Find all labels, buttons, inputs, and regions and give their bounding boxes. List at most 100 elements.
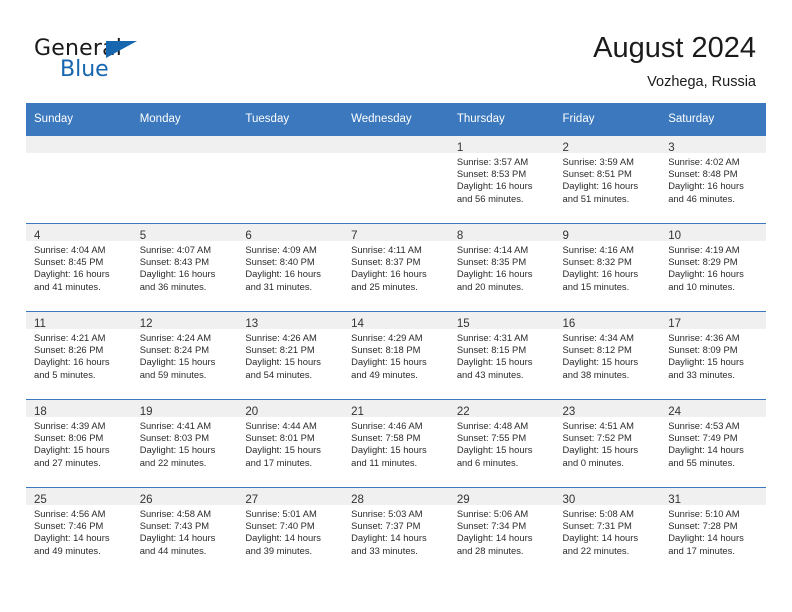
- day-cell-3[interactable]: 3 Sunrise: 4:02 AM Sunset: 8:48 PM Daylight…: [660, 135, 766, 223]
- sunrise-text: Sunrise: 5:03 AM: [351, 508, 423, 519]
- day-number: 12: [139, 318, 153, 330]
- calendar-day-cell: 27 Sunrise: 5:01 AM Sunset: 7:40 PM Dayligh…: [237, 487, 344, 575]
- daylight-text: Daylight: 14 hours: [245, 532, 321, 544]
- day-number-bar: 16: [554, 312, 661, 330]
- day-number-bar: 5: [131, 224, 238, 242]
- sunrise-text: Sunrise: 4:16 AM: [562, 244, 634, 255]
- day-cell-10[interactable]: 10 Sunrise: 4:19 AM Sunset: 8:29 PM Dayligh…: [660, 223, 766, 311]
- day-cell-4[interactable]: 4 Sunrise: 4:04 AM Sunset: 8:45 PM Daylight…: [26, 223, 132, 311]
- weekday-header-thursday: Thursday: [448, 103, 555, 135]
- calendar-week-row: 1 Sunrise: 3:57 AM Sunset: 8:53 PM Daylight…: [26, 135, 766, 223]
- daylight-text: and 25 minutes.: [351, 280, 418, 292]
- day-number-bar: 8: [448, 224, 555, 242]
- day-cell-18[interactable]: 18 Sunrise: 4:39 AM Sunset: 8:06 PM Dayligh…: [26, 399, 132, 487]
- calendar-day-cell: 21 Sunrise: 4:46 AM Sunset: 7:58 PM Dayligh…: [343, 399, 449, 487]
- sunset-text: Sunset: 8:01 PM: [245, 432, 315, 444]
- daylight-text: Daylight: 15 hours: [668, 356, 744, 368]
- calendar-day-cell: 23 Sunrise: 4:51 AM Sunset: 7:52 PM Dayligh…: [554, 399, 661, 487]
- calendar-day-cell: 5 Sunrise: 4:07 AM Sunset: 8:43 PM Daylight…: [131, 223, 238, 311]
- calendar-week-row: 18 Sunrise: 4:39 AM Sunset: 8:06 PM Dayligh…: [26, 399, 766, 487]
- day-cell-28[interactable]: 28 Sunrise: 5:03 AM Sunset: 7:37 PM Dayligh…: [343, 487, 449, 575]
- day-cell-5[interactable]: 5 Sunrise: 4:07 AM Sunset: 8:43 PM Daylight…: [131, 223, 238, 311]
- day-cell-details: Sunrise: 4:07 AM Sunset: 8:43 PM Daylight:…: [132, 241, 238, 293]
- daylight-text: Daylight: 14 hours: [456, 532, 533, 544]
- calendar-day-cell: 4 Sunrise: 4:04 AM Sunset: 8:45 PM Daylight…: [26, 223, 132, 311]
- daylight-text: and 49 minutes.: [34, 544, 101, 556]
- daylight-text: Daylight: 16 hours: [456, 268, 533, 280]
- sunrise-text: Sunrise: 4:36 AM: [668, 332, 740, 343]
- day-cell-30[interactable]: 30 Sunrise: 5:08 AM Sunset: 7:31 PM Dayligh…: [554, 487, 661, 575]
- weekday-header-sunday: Sunday: [26, 103, 132, 135]
- sunrise-text: Sunrise: 5:08 AM: [562, 508, 634, 519]
- day-cell-21[interactable]: 21 Sunrise: 4:46 AM Sunset: 7:58 PM Dayligh…: [343, 399, 449, 487]
- daylight-text: and 22 minutes.: [562, 544, 630, 556]
- daylight-text: and 27 minutes.: [34, 456, 101, 468]
- day-cell-7[interactable]: 7 Sunrise: 4:11 AM Sunset: 8:37 PM Daylight…: [343, 223, 449, 311]
- day-cell-details: Sunrise: 4:41 AM Sunset: 8:03 PM Daylight:…: [132, 417, 238, 469]
- day-cell-17[interactable]: 17 Sunrise: 4:36 AM Sunset: 8:09 PM Dayligh…: [660, 311, 766, 399]
- daylight-text: Daylight: 16 hours: [34, 356, 110, 368]
- day-cell-2[interactable]: 2 Sunrise: 3:59 AM Sunset: 8:51 PM Daylight…: [554, 135, 661, 223]
- day-number: 18: [34, 406, 47, 418]
- day-cell-23[interactable]: 23 Sunrise: 4:51 AM Sunset: 7:52 PM Dayligh…: [554, 399, 661, 487]
- day-cell-12[interactable]: 12 Sunrise: 4:24 AM Sunset: 8:24 PM Dayligh…: [131, 311, 238, 399]
- day-cell-29[interactable]: 29 Sunrise: 5:06 AM Sunset: 7:34 PM Dayligh…: [448, 487, 555, 575]
- sunset-text: Sunset: 8:09 PM: [668, 344, 738, 356]
- calendar-day-cell: 14 Sunrise: 4:29 AM Sunset: 8:18 PM Dayligh…: [343, 311, 449, 399]
- day-cell-24[interactable]: 24 Sunrise: 4:53 AM Sunset: 7:49 PM Dayligh…: [660, 399, 766, 487]
- day-cell-27[interactable]: 27 Sunrise: 5:01 AM Sunset: 7:40 PM Dayligh…: [237, 487, 344, 575]
- day-number-bar: 28: [343, 488, 449, 506]
- calendar-day-cell: 11 Sunrise: 4:21 AM Sunset: 8:26 PM Dayligh…: [26, 311, 132, 399]
- daylight-text: Daylight: 16 hours: [562, 180, 639, 192]
- day-cell-16[interactable]: 16 Sunrise: 4:34 AM Sunset: 8:12 PM Dayligh…: [554, 311, 661, 399]
- day-cell-9[interactable]: 9 Sunrise: 4:16 AM Sunset: 8:32 PM Daylight…: [554, 223, 661, 311]
- day-number: 15: [456, 318, 470, 330]
- day-cell-details: Sunrise: 4:48 AM Sunset: 7:55 PM Daylight:…: [449, 417, 555, 469]
- sunset-text: Sunset: 7:55 PM: [456, 432, 527, 444]
- day-number: 21: [351, 406, 364, 418]
- day-cell-details: Sunrise: 3:57 AM Sunset: 8:53 PM Daylight:…: [449, 153, 555, 205]
- day-number: 19: [139, 406, 153, 418]
- sunset-text: Sunset: 8:15 PM: [456, 344, 527, 356]
- sunrise-text: Sunrise: 4:09 AM: [245, 244, 317, 255]
- day-cell-22[interactable]: 22 Sunrise: 4:48 AM Sunset: 7:55 PM Dayligh…: [448, 399, 555, 487]
- general-blue-logo[interactable]: General Blue: [34, 36, 234, 86]
- daylight-text: Daylight: 15 hours: [562, 444, 639, 456]
- calendar-day-cell: 24 Sunrise: 4:53 AM Sunset: 7:49 PM Dayligh…: [660, 399, 766, 487]
- day-cell-11[interactable]: 11 Sunrise: 4:21 AM Sunset: 8:26 PM Dayligh…: [26, 311, 132, 399]
- sunset-text: Sunset: 8:21 PM: [245, 344, 315, 356]
- sunset-text: Sunset: 8:18 PM: [351, 344, 421, 356]
- day-cell-15[interactable]: 15 Sunrise: 4:31 AM Sunset: 8:15 PM Dayligh…: [448, 311, 555, 399]
- day-cell-26[interactable]: 26 Sunrise: 4:58 AM Sunset: 7:43 PM Dayligh…: [131, 487, 238, 575]
- sunset-text: Sunset: 8:06 PM: [34, 432, 104, 444]
- day-cell-20[interactable]: 20 Sunrise: 4:44 AM Sunset: 8:01 PM Dayligh…: [237, 399, 344, 487]
- day-cell-6[interactable]: 6 Sunrise: 4:09 AM Sunset: 8:40 PM Daylight…: [237, 223, 344, 311]
- calendar-week-row: 25 Sunrise: 4:56 AM Sunset: 7:46 PM Dayligh…: [26, 487, 766, 575]
- day-cell-25[interactable]: 25 Sunrise: 4:56 AM Sunset: 7:46 PM Dayligh…: [26, 487, 132, 575]
- daylight-text: Daylight: 16 hours: [562, 268, 639, 280]
- day-cell-8[interactable]: 8 Sunrise: 4:14 AM Sunset: 8:35 PM Daylight…: [448, 223, 555, 311]
- daylight-text: and 44 minutes.: [139, 544, 207, 556]
- day-number-bar: 29: [448, 488, 555, 506]
- sunset-text: Sunset: 7:34 PM: [456, 520, 527, 532]
- day-cell-details: Sunrise: 4:02 AM Sunset: 8:48 PM Daylight:…: [660, 153, 766, 205]
- day-number: 11: [34, 318, 46, 330]
- day-cell-14[interactable]: 14 Sunrise: 4:29 AM Sunset: 8:18 PM Dayligh…: [343, 311, 449, 399]
- sunset-text: Sunset: 8:32 PM: [562, 256, 632, 268]
- calendar-day-cell: 22 Sunrise: 4:48 AM Sunset: 7:55 PM Dayligh…: [448, 399, 555, 487]
- day-cell-31[interactable]: 31 Sunrise: 5:10 AM Sunset: 7:28 PM Dayligh…: [660, 487, 766, 575]
- day-number-bar: [26, 136, 132, 153]
- day-cell-1[interactable]: 1 Sunrise: 3:57 AM Sunset: 8:53 PM Daylight…: [448, 135, 555, 223]
- daylight-text: and 56 minutes.: [456, 192, 524, 204]
- sunrise-text: Sunrise: 4:24 AM: [139, 332, 212, 343]
- day-number: 22: [456, 406, 470, 418]
- daylight-text: and 54 minutes.: [245, 368, 313, 380]
- day-cell-details: [132, 153, 238, 156]
- day-cell-19[interactable]: 19 Sunrise: 4:41 AM Sunset: 8:03 PM Dayligh…: [131, 399, 238, 487]
- day-number-bar: 24: [660, 400, 766, 418]
- sunset-text: Sunset: 8:51 PM: [562, 168, 632, 180]
- sunrise-text: Sunrise: 5:01 AM: [245, 508, 317, 519]
- day-cell-13[interactable]: 13 Sunrise: 4:26 AM Sunset: 8:21 PM Dayligh…: [237, 311, 344, 399]
- day-cell-details: Sunrise: 4:29 AM Sunset: 8:18 PM Daylight:…: [343, 329, 449, 381]
- day-number-bar: 9: [554, 224, 661, 242]
